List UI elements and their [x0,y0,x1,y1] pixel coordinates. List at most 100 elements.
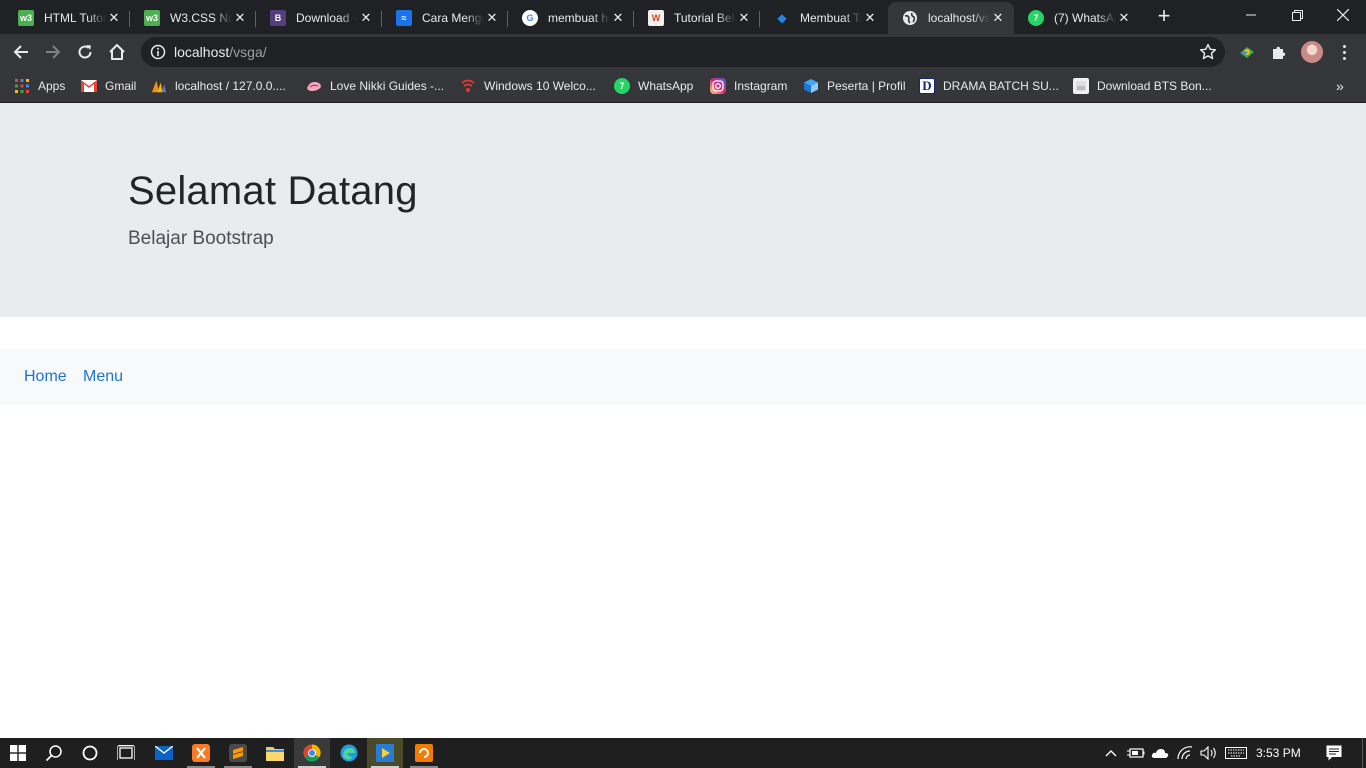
taskbar-mail[interactable] [146,738,182,768]
close-tab-icon[interactable]: ✕ [862,10,878,26]
nav-link-menu[interactable]: Menu [83,368,123,386]
search-button[interactable] [36,738,72,768]
taskbar-edge[interactable] [331,738,367,768]
profile-avatar[interactable] [1301,41,1323,63]
notifications-icon[interactable] [1322,738,1346,768]
taskbar-clock[interactable]: 3:53 PM [1256,746,1301,760]
xampp-icon [192,744,210,762]
browser-tab[interactable]: ◆ Membuat Tampilan ✕ [760,2,886,34]
bookmark-star-icon[interactable] [1199,43,1217,61]
taskbar-xampp[interactable] [183,738,219,768]
close-tab-icon[interactable]: ✕ [106,10,122,26]
bookmark-label: Download BTS Bon... [1097,79,1212,93]
taskbar-sublime-text[interactable] [220,738,256,768]
taskbar-media-player[interactable] [367,738,403,768]
bookmark-apps[interactable]: Apps [14,76,65,96]
extension-icon[interactable] [1237,42,1257,62]
browser-tab[interactable]: B Download · Bootstrap ✕ [256,2,382,34]
taskbar-chrome[interactable] [294,738,330,768]
browser-tab[interactable]: 7 (7) WhatsApp ✕ [1014,2,1140,34]
bookmark-whatsapp[interactable]: 7 WhatsApp [614,76,693,96]
close-tab-icon[interactable]: ✕ [736,10,752,26]
apps-grid-icon [14,78,30,94]
browser-tab[interactable]: W Tutorial Belajar ✕ [634,2,760,34]
onedrive-icon[interactable] [1150,738,1170,768]
back-button[interactable] [7,38,35,66]
close-tab-icon[interactable]: ✕ [232,10,248,26]
chrome-menu-icon[interactable] [1336,42,1352,62]
cortana-button[interactable] [72,738,108,768]
w3schools-icon: w3 [18,10,34,26]
forward-button[interactable] [39,38,67,66]
task-view-button[interactable] [108,738,144,768]
battery-icon[interactable] [1126,738,1146,768]
bookmark-windows-welcome[interactable]: Windows 10 Welco... [460,76,596,96]
tab-title: (7) WhatsApp [1054,11,1116,25]
google-icon: G [522,10,538,26]
start-button[interactable] [0,738,36,768]
windows-taskbar: 3:53 PM [0,738,1366,768]
jumbotron: Selamat Datang Belajar Bootstrap [0,103,1366,317]
close-tab-icon[interactable]: ✕ [358,10,374,26]
extensions-puzzle-icon[interactable] [1269,42,1289,62]
site-info-icon[interactable] [150,44,166,60]
tab-title: Membuat Tampilan [800,11,862,25]
close-window-button[interactable] [1320,0,1366,30]
show-hidden-icons-button[interactable] [1102,738,1120,768]
nav-link-home[interactable]: Home [24,368,67,386]
bookmark-drama-batch[interactable]: D DRAMA BATCH SU... [919,76,1059,96]
bookmarks-bar: Apps Gmail localhost / 127.0.0.... Love … [0,70,1366,103]
close-tab-icon[interactable]: ✕ [990,10,1006,26]
bookmark-peserta-profil[interactable]: Peserta | Profil [803,76,905,96]
volume-icon[interactable] [1199,738,1219,768]
code-icon: ◆ [777,11,787,25]
wifi-icon[interactable] [1175,738,1195,768]
tab-title: membuat halaman [548,11,610,25]
browser-tab[interactable]: G membuat halaman ✕ [508,2,634,34]
chrome-icon [303,744,321,762]
close-tab-icon[interactable]: ✕ [1116,10,1132,26]
close-tab-icon[interactable]: ✕ [484,10,500,26]
tab-title: Download · Bootstrap [296,11,358,25]
home-icon [109,44,125,60]
search-icon [45,745,62,762]
bookmark-label: WhatsApp [638,79,694,93]
bookmark-label: Windows 10 Welco... [484,79,596,93]
bookmark-love-nikki[interactable]: Love Nikki Guides -... [306,76,444,96]
bookmark-label: Peserta | Profil [827,79,906,93]
bookmarks-overflow-icon[interactable]: » [1336,78,1344,94]
app-icon [415,744,433,762]
browser-tab-active[interactable]: localhost/vsga/ ✕ [888,2,1014,34]
bookmark-label: localhost / 127.0.0.... [175,79,286,93]
folder-icon [266,747,284,761]
peserta-icon [803,78,819,94]
address-bar[interactable]: localhost/vsga/ [141,37,1225,67]
tab-title: HTML Tutorial [44,11,106,25]
close-tab-icon[interactable]: ✕ [610,10,626,26]
keyboard-icon[interactable] [1224,738,1248,768]
new-tab-button[interactable]: + [1152,5,1176,29]
sublime-text-icon [229,744,247,762]
taskbar-file-explorer[interactable] [257,738,293,768]
bookmark-label: DRAMA BATCH SU... [943,79,1059,93]
bookmark-download-bts[interactable]: Download BTS Bon... [1073,76,1212,96]
home-button[interactable] [103,38,131,66]
browser-tab[interactable]: ≈ Cara Mengganti ✕ [382,2,508,34]
browser-tab[interactable]: w3 HTML Tutorial ✕ [4,2,130,34]
chevron-up-icon [1105,750,1117,757]
forward-arrow-icon [46,45,61,59]
minimize-button[interactable] [1228,0,1274,30]
tab-strip: w3 HTML Tutorial ✕ w3 W3.CSS Navigation … [0,0,1366,34]
restore-button[interactable] [1274,0,1320,30]
taskbar-app[interactable] [406,738,442,768]
bookmark-instagram[interactable]: Instagram [710,76,787,96]
show-desktop-button[interactable] [1362,738,1366,768]
tab-title: localhost/vsga/ [928,11,990,25]
browser-tab[interactable]: w3 W3.CSS Navigation ✕ [130,2,256,34]
windows-welcome-icon [460,78,476,94]
bookmark-gmail[interactable]: Gmail [81,76,136,96]
bookmark-localhost-phpmyadmin[interactable]: localhost / 127.0.0.... [151,76,286,96]
back-arrow-icon [13,45,28,59]
page-icon [1073,78,1089,94]
reload-button[interactable] [71,38,99,66]
